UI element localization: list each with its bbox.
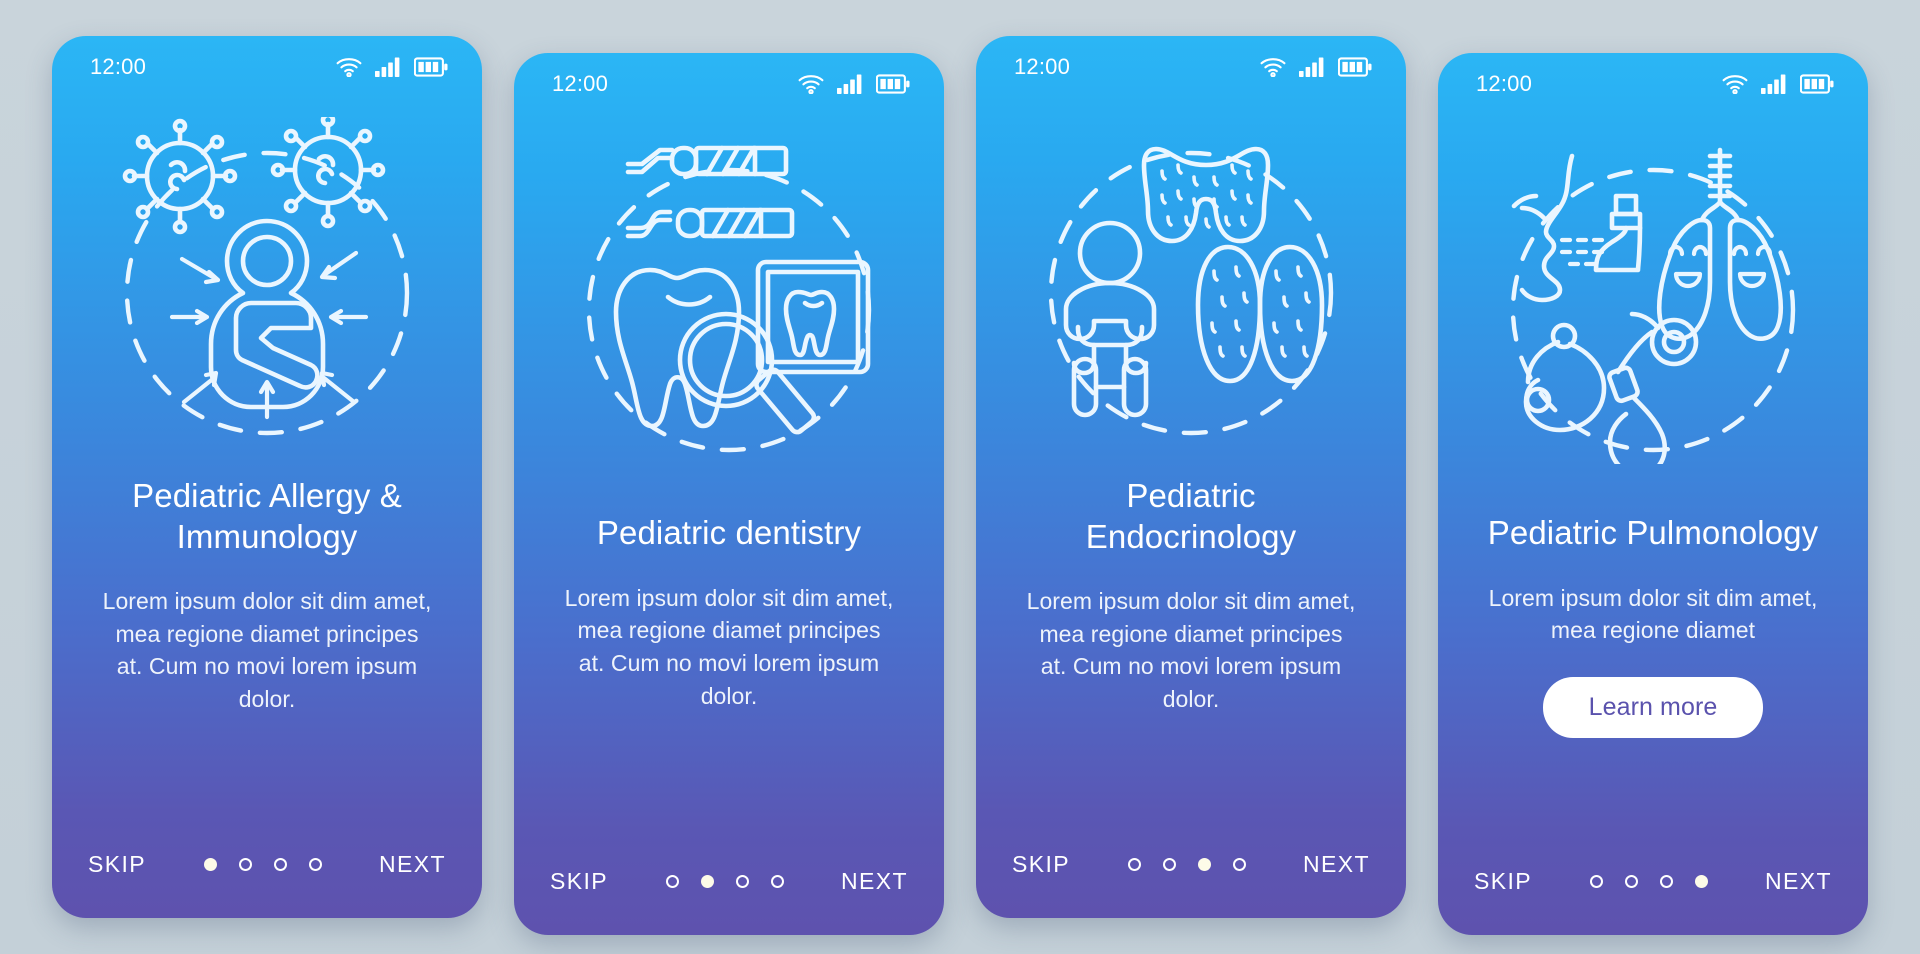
screen-title: Pediatric Pulmonology (1487, 514, 1819, 551)
pagination-dot-2[interactable] (238, 857, 252, 871)
pagination-dot-3[interactable] (1197, 857, 1211, 871)
onboarding-screens-stage: 12:00 Pediatric Allergy & Immunology Lor… (0, 0, 1920, 954)
pagination-dot-1[interactable] (1589, 874, 1603, 888)
wifi-icon (1260, 57, 1286, 77)
pagination-dot-4[interactable] (1694, 874, 1708, 888)
pagination-dot-3[interactable] (273, 857, 287, 871)
screen-body-text: Lorem ipsum dolor sit dim amet, mea regi… (1488, 584, 1818, 644)
screen-copy: Pediatric dentistry Lorem ipsum dolor si… (514, 479, 944, 827)
status-bar: 12:00 (52, 36, 482, 98)
onboarding-footer: SKIP NEXT (1438, 827, 1868, 935)
onboarding-screen-pediatric-pulmonology: 12:00 Pediatric Pulmonology Lorem ipsum … (1438, 53, 1868, 935)
wifi-icon (798, 74, 824, 94)
status-bar-clock: 12:00 (1476, 71, 1533, 96)
next-button[interactable]: NEXT (379, 851, 446, 878)
screen-body-text: Lorem ipsum dolor sit dim amet, mea regi… (564, 584, 894, 709)
screen-title: Pediatric Endocrinology (1085, 477, 1297, 555)
pagination-dot-4[interactable] (308, 857, 322, 871)
wifi-icon (336, 57, 362, 77)
status-bar-clock: 12:00 (1014, 54, 1071, 79)
status-bar-icons (798, 74, 910, 94)
pagination-dot-4[interactable] (770, 874, 784, 888)
onboarding-screen-pediatric-dentistry: 12:00 Pediatric dentistry Lorem ipsum do… (514, 53, 944, 935)
pagination-dot-1[interactable] (1127, 857, 1141, 871)
pagination-dots (1589, 874, 1708, 888)
battery-icon (1338, 57, 1372, 77)
screen-body-text: Lorem ipsum dolor sit dim amet, mea regi… (1026, 588, 1356, 713)
pagination-dot-1[interactable] (665, 874, 679, 888)
status-bar-icons (1260, 57, 1372, 77)
allergy-virus-child-icon (52, 98, 482, 462)
skip-button[interactable]: SKIP (88, 851, 146, 878)
skip-button[interactable]: SKIP (1012, 851, 1070, 878)
pagination-dots (1127, 857, 1246, 871)
screen-title: Pediatric Allergy & Immunology (132, 477, 402, 555)
next-button[interactable]: NEXT (1765, 868, 1832, 895)
status-bar-icons (336, 57, 448, 77)
cellular-signal-icon (1761, 74, 1787, 94)
screen-copy: Pediatric Endocrinology Lorem ipsum dolo… (976, 462, 1406, 810)
pagination-dot-1[interactable] (203, 857, 217, 871)
next-button[interactable]: NEXT (1303, 851, 1370, 878)
thyroid-adrenal-child-icon (976, 98, 1406, 462)
pagination-dot-2[interactable] (700, 874, 714, 888)
skip-button[interactable]: SKIP (550, 868, 608, 895)
status-bar-clock: 12:00 (552, 71, 609, 96)
status-bar: 12:00 (1438, 53, 1868, 115)
cellular-signal-icon (1299, 57, 1325, 77)
onboarding-footer: SKIP NEXT (514, 827, 944, 935)
learn-more-button[interactable]: Learn more (1542, 676, 1764, 738)
screen-body-text: Lorem ipsum dolor sit dim amet, mea regi… (102, 588, 432, 713)
onboarding-screen-pediatric-endocrinology: 12:00 Pediatric Endocrinology Lorem ipsu… (976, 36, 1406, 918)
screen-title: Pediatric dentistry (596, 514, 862, 551)
battery-icon (414, 57, 448, 77)
status-bar: 12:00 (976, 36, 1406, 98)
next-button[interactable]: NEXT (841, 868, 908, 895)
status-bar-icons (1722, 74, 1834, 94)
pagination-dot-3[interactable] (1659, 874, 1673, 888)
dental-tooth-tools-xray-icon (514, 115, 944, 479)
onboarding-footer: SKIP NEXT (976, 810, 1406, 918)
pagination-dot-4[interactable] (1232, 857, 1246, 871)
battery-icon (1800, 74, 1834, 94)
screen-copy: Pediatric Pulmonology Lorem ipsum dolor … (1438, 479, 1868, 827)
status-bar: 12:00 (514, 53, 944, 115)
wifi-icon (1722, 74, 1748, 94)
cellular-signal-icon (375, 57, 401, 77)
lungs-inhaler-stethoscope-icon (1438, 115, 1868, 479)
onboarding-footer: SKIP NEXT (52, 810, 482, 918)
pagination-dot-2[interactable] (1162, 857, 1176, 871)
battery-icon (876, 74, 910, 94)
screen-copy: Pediatric Allergy & Immunology Lorem ips… (52, 462, 482, 810)
pagination-dots (665, 874, 784, 888)
onboarding-screen-pediatric-allergy-immunology: 12:00 Pediatric Allergy & Immunology Lor… (52, 36, 482, 918)
status-bar-clock: 12:00 (90, 54, 147, 79)
pagination-dot-3[interactable] (735, 874, 749, 888)
pagination-dots (203, 857, 322, 871)
pagination-dot-2[interactable] (1624, 874, 1638, 888)
skip-button[interactable]: SKIP (1474, 868, 1532, 895)
cellular-signal-icon (837, 74, 863, 94)
